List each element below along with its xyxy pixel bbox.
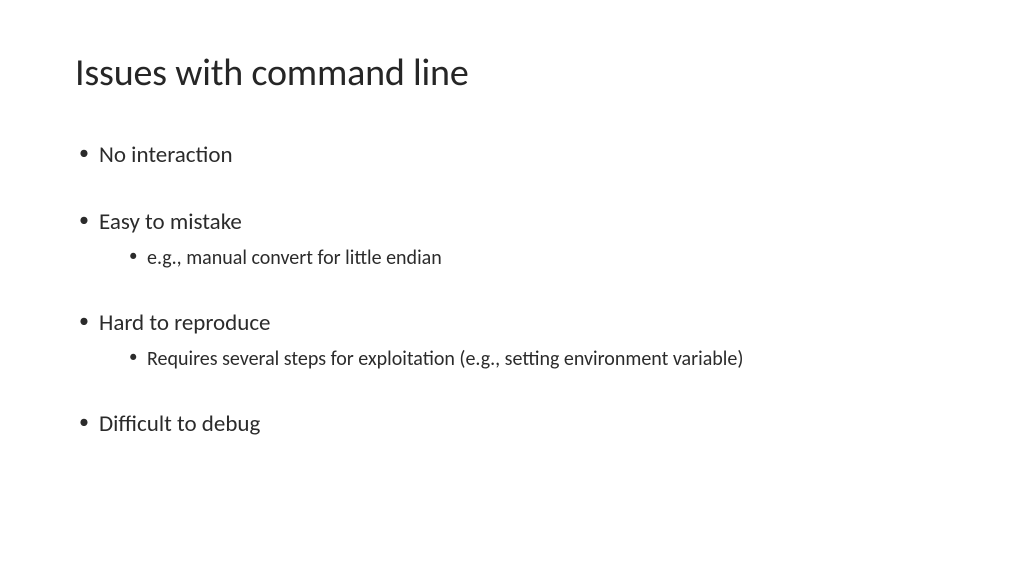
bullet-text: Difficult to debug (99, 410, 260, 438)
sub-bullet-text: e.g., manual convert for little endian (147, 246, 442, 270)
sub-bullet-list: e.g., manual convert for little endian (99, 244, 949, 272)
bullet-text: No interaction (99, 141, 233, 169)
bullet-text: Easy to mistake (99, 208, 242, 236)
list-item: e.g., manual convert for little endian (125, 244, 949, 272)
sub-bullet-text: Requires several steps for exploitation … (147, 347, 743, 371)
list-item: Difficult to debug (75, 409, 949, 440)
sub-bullet-list: Requires several steps for exploitation … (99, 345, 949, 373)
slide-title: Issues with command line (75, 50, 949, 96)
list-item: Easy to mistake e.g., manual convert for… (75, 207, 949, 272)
list-item: Requires several steps for exploitation … (125, 345, 949, 373)
list-item: Hard to reproduce Requires several steps… (75, 308, 949, 373)
bullet-text: Hard to reproduce (99, 309, 271, 337)
bullet-list: No interaction Easy to mistake e.g., man… (75, 140, 949, 440)
list-item: No interaction (75, 140, 949, 171)
